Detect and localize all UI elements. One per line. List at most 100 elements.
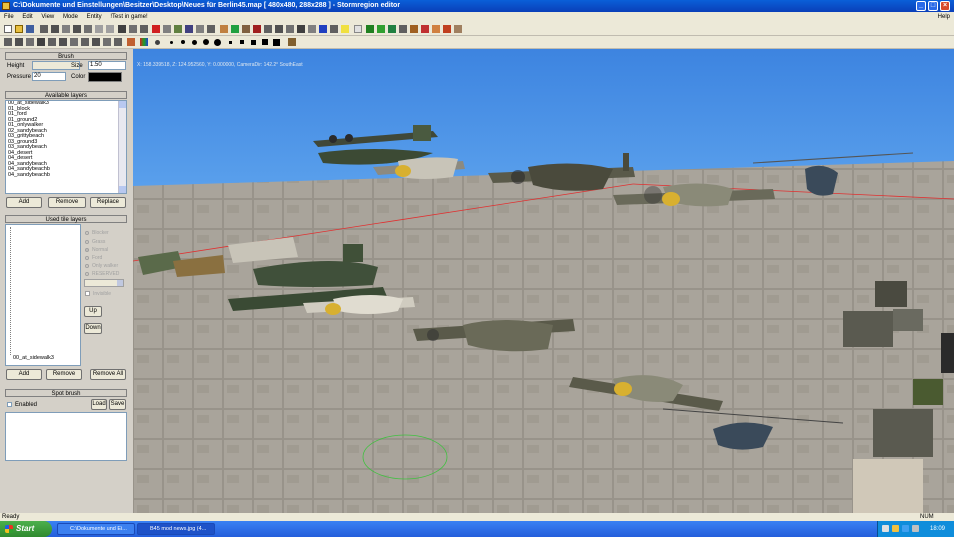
color-swatch[interactable] <box>88 72 122 82</box>
tool-icon[interactable] <box>163 25 171 33</box>
brush-dot-icon[interactable] <box>155 40 160 45</box>
tool-icon[interactable] <box>127 38 135 46</box>
tool-icon[interactable] <box>26 38 34 46</box>
tool-icon[interactable] <box>62 25 70 33</box>
volume-icon[interactable] <box>912 525 919 532</box>
tool-icon[interactable] <box>288 38 296 46</box>
tool-icon[interactable] <box>297 25 305 33</box>
list-scrollbar[interactable] <box>118 101 126 193</box>
tool-icon[interactable] <box>40 25 48 33</box>
tool-icon[interactable] <box>70 38 78 46</box>
menu-help[interactable]: Help <box>938 12 950 23</box>
pressure-field[interactable]: 20 <box>32 72 66 81</box>
remove-all-layers-button[interactable]: Remove All <box>90 369 126 380</box>
tool-icon[interactable] <box>4 38 12 46</box>
tool-icon[interactable] <box>140 25 148 33</box>
menu-mode[interactable]: Mode <box>63 14 78 20</box>
spot-brush-list[interactable] <box>5 412 127 461</box>
menu-edit[interactable]: Edit <box>22 14 32 20</box>
save-button[interactable]: Save <box>109 399 126 410</box>
invisible-checkbox[interactable]: Invisible <box>85 291 111 297</box>
menu-entity[interactable]: Entity <box>87 14 102 20</box>
tool-icon[interactable] <box>354 25 362 33</box>
close-button[interactable]: × <box>940 1 950 11</box>
brush-small-icon[interactable] <box>170 41 173 44</box>
brush-square-small-icon[interactable] <box>229 41 232 44</box>
radio-blocker[interactable]: Blocker <box>85 230 109 236</box>
add-used-layer-button[interactable]: Add <box>6 369 42 380</box>
move-down-button[interactable]: Down <box>84 323 102 334</box>
tool-icon[interactable] <box>330 25 338 33</box>
brush-small-icon[interactable] <box>181 40 185 44</box>
tool-icon[interactable] <box>114 38 122 46</box>
taskbar-item-image[interactable]: B45 mod news.jpg (4... <box>137 523 215 535</box>
list-item[interactable]: 00_at_sidewalk3 <box>13 355 54 362</box>
tree-icon[interactable] <box>366 25 374 33</box>
maximize-button[interactable]: □ <box>928 1 938 11</box>
remove-layer-button[interactable]: Remove <box>48 197 86 208</box>
tool-icon[interactable] <box>432 25 440 33</box>
tool-icon[interactable] <box>399 25 407 33</box>
tool-icon[interactable] <box>319 25 327 33</box>
radio-ford[interactable]: Ford <box>85 255 102 261</box>
tool-icon[interactable] <box>443 25 451 33</box>
grid-icon[interactable] <box>118 25 126 33</box>
tool-icon[interactable] <box>242 25 250 33</box>
redo-icon[interactable] <box>106 25 114 33</box>
tool-icon[interactable] <box>196 25 204 33</box>
menu-test-in-game[interactable]: !Test in game! <box>110 14 147 20</box>
brush-square-large-icon[interactable] <box>273 39 280 46</box>
tray-icon[interactable] <box>902 525 909 532</box>
clock[interactable]: 18:09 <box>930 521 945 537</box>
tool-icon[interactable] <box>103 38 111 46</box>
brush-square-small-icon[interactable] <box>240 40 244 44</box>
tool-icon[interactable] <box>73 25 81 33</box>
tool-icon[interactable] <box>286 25 294 33</box>
red-cross-icon[interactable] <box>152 25 160 33</box>
add-layer-button[interactable]: Add <box>6 197 42 208</box>
tool-icon[interactable] <box>51 25 59 33</box>
3d-viewport[interactable]: X: 158.339518, Z: 124.952560, Y: 0.00000… <box>133 49 954 513</box>
undo-icon[interactable] <box>95 25 103 33</box>
remove-used-layer-button[interactable]: Remove <box>46 369 82 380</box>
tray-icon[interactable] <box>892 525 899 532</box>
save-icon[interactable] <box>26 25 34 33</box>
radio-grass[interactable]: Grass <box>85 239 105 245</box>
tool-icon[interactable] <box>174 25 182 33</box>
brush-square-medium-icon[interactable] <box>262 39 268 45</box>
tool-icon[interactable] <box>84 25 92 33</box>
brush-square-medium-icon[interactable] <box>251 40 256 45</box>
available-layers-list[interactable]: 00_at_sidewalk3 01_block 01_ford 01_grou… <box>5 100 127 194</box>
tool-icon[interactable] <box>15 38 23 46</box>
color-palette-icon[interactable] <box>140 38 148 46</box>
move-up-button[interactable]: Up <box>84 306 102 317</box>
tool-icon[interactable] <box>231 25 239 33</box>
radio-reserved[interactable]: RESERVED <box>85 271 119 277</box>
tool-icon[interactable] <box>308 25 316 33</box>
list-item[interactable]: 04_sandybeachb <box>6 172 126 179</box>
tool-icon[interactable] <box>410 25 418 33</box>
taskbar-item-editor[interactable]: C:\Dokumente und Ei... <box>57 523 135 535</box>
radio-only-walker[interactable]: Only walker <box>85 263 118 269</box>
minimize-button[interactable]: _ <box>916 1 926 11</box>
scroll-down-icon[interactable] <box>119 186 126 193</box>
tool-icon[interactable] <box>92 38 100 46</box>
menu-view[interactable]: View <box>41 14 54 20</box>
open-folder-icon[interactable] <box>15 25 23 33</box>
load-button[interactable]: Load <box>91 399 107 410</box>
tool-icon[interactable] <box>253 25 261 33</box>
tool-icon[interactable] <box>264 25 272 33</box>
tool-icon[interactable] <box>454 25 462 33</box>
tool-icon[interactable] <box>59 38 67 46</box>
brush-medium-icon[interactable] <box>192 40 197 45</box>
tool-icon[interactable] <box>37 38 45 46</box>
tool-icon[interactable] <box>275 25 283 33</box>
tree-icon[interactable] <box>377 25 385 33</box>
tool-icon[interactable] <box>48 38 56 46</box>
new-file-icon[interactable] <box>4 25 12 33</box>
tool-icon[interactable] <box>185 25 193 33</box>
scroll-up-icon[interactable] <box>119 101 126 108</box>
tool-icon[interactable] <box>129 25 137 33</box>
menu-file[interactable]: File <box>4 14 14 20</box>
tool-icon[interactable] <box>421 25 429 33</box>
